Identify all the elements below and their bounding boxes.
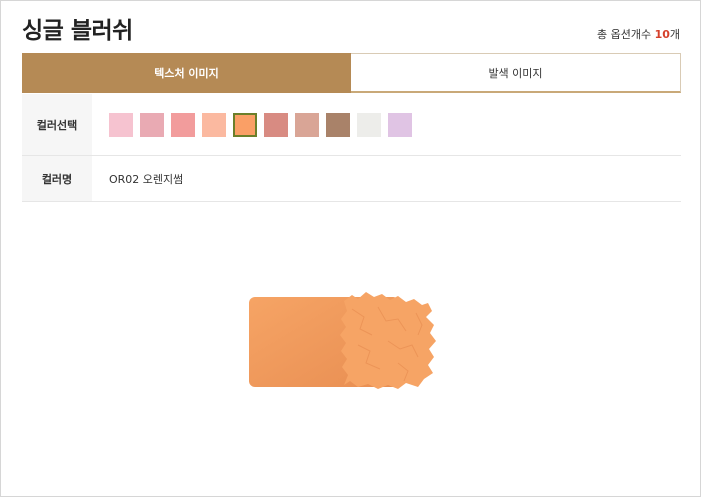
product-texture-image <box>248 291 476 395</box>
color-name-row: 컬러명 OR02 오렌지썸 <box>22 156 681 202</box>
color-select-row: 컬러선택 <box>22 94 681 156</box>
image-tabs: 텍스처 이미지 발색 이미지 <box>22 53 681 93</box>
option-count: 총 옵션개수 10개 <box>597 27 680 43</box>
color-swatch-list <box>109 112 412 137</box>
option-count-number: 10 <box>654 28 670 41</box>
color-select-label: 컬러선택 <box>22 94 92 155</box>
color-swatch-7[interactable] <box>295 112 319 137</box>
color-swatch-9[interactable] <box>357 112 381 137</box>
color-name-value: OR02 오렌지썸 <box>109 172 184 186</box>
tab-color-image[interactable]: 발색 이미지 <box>351 53 681 93</box>
color-swatch-10[interactable] <box>388 112 412 137</box>
color-swatch-2[interactable] <box>140 112 164 137</box>
option-count-suffix: 개 <box>669 28 680 41</box>
page-title: 싱글 블러쉬 <box>22 18 133 44</box>
tab-texture-image[interactable]: 텍스처 이미지 <box>22 53 351 93</box>
option-count-prefix: 총 옵션개수 <box>596 28 655 41</box>
color-name-label: 컬러명 <box>22 156 92 201</box>
color-swatch-5[interactable] <box>233 112 257 137</box>
color-swatch-4[interactable] <box>202 112 226 137</box>
color-select-content <box>92 94 681 155</box>
color-swatch-6[interactable] <box>264 112 288 137</box>
color-swatch-1[interactable] <box>109 112 133 137</box>
color-swatch-8[interactable] <box>326 112 350 137</box>
blush-texture-illustration <box>249 292 436 389</box>
page-frame: 싱글 블러쉬 총 옵션개수 10개 텍스처 이미지 발색 이미지 컬러선택 컬러… <box>0 0 701 497</box>
color-swatch-3[interactable] <box>171 112 195 137</box>
